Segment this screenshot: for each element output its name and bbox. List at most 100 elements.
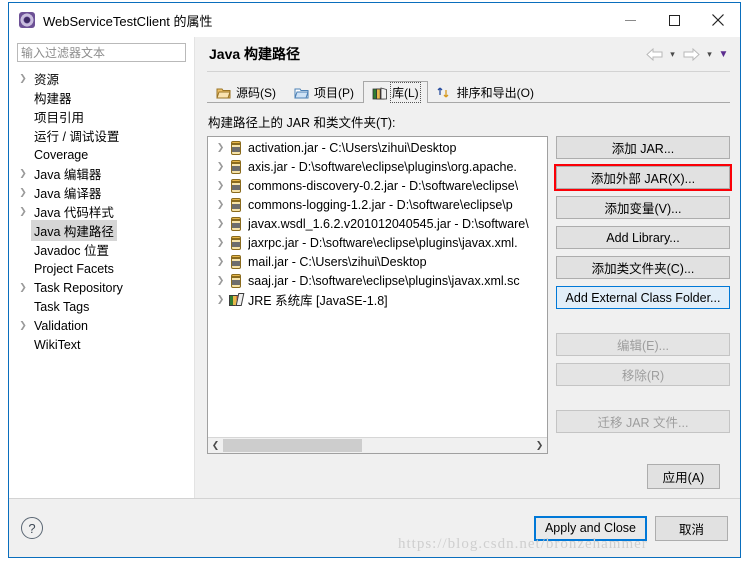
expand-arrow-icon[interactable]: ❯ [15, 206, 31, 217]
expand-arrow-icon[interactable]: ❯ [213, 161, 228, 172]
window-title: WebServiceTestClient 的属性 [43, 13, 213, 29]
jar-icon [228, 216, 244, 232]
sidebar-item[interactable]: ❯Project Facets [9, 259, 194, 278]
tab-3[interactable]: 库(L) [363, 81, 428, 103]
sidebar-item[interactable]: ❯ Java 编译器 [9, 183, 194, 202]
properties-dialog: WebServiceTestClient 的属性 ❯资源❯构建器❯项目引用❯运行… [8, 2, 741, 558]
sidebar-item-label: 资源 [34, 73, 60, 87]
scrollbar-track[interactable] [223, 438, 532, 453]
back-dropdown-caret-icon[interactable]: ▾ [666, 44, 679, 64]
scroll-left-icon[interactable]: ❮ [208, 440, 223, 451]
list-item[interactable]: ❯ JRE 系统库 [JavaSE-1.8] [208, 290, 547, 309]
jar-icon [228, 273, 244, 289]
tab-label: 库(L) [390, 82, 421, 103]
classpath-list[interactable]: ❯ activation.jar - C:\Users\zihui\Desktop… [207, 136, 548, 454]
list-item-label: jaxrpc.jar - D:\software\eclipse\plugins… [248, 235, 518, 250]
sidebar-item[interactable]: ❯Coverage [9, 145, 194, 164]
forward-dropdown-caret-icon[interactable]: ▾ [703, 44, 716, 64]
sidebar-item[interactable]: ❯Javadoc 位置 [9, 240, 194, 259]
tab-1[interactable]: 源码(S) [207, 81, 285, 103]
sidebar-item-label: 项目引用 [34, 111, 85, 125]
expand-arrow-icon[interactable]: ❯ [213, 256, 228, 267]
sidebar-item[interactable]: ❯Task Tags [9, 297, 194, 316]
close-button[interactable] [696, 3, 740, 37]
window-controls [608, 3, 740, 37]
classpath-button-5[interactable]: 添加类文件夹(C)... [556, 256, 730, 279]
list-item-label: activation.jar - C:\Users\zihui\Desktop [248, 140, 457, 155]
expand-arrow-icon[interactable]: ❯ [213, 218, 228, 229]
list-item[interactable]: ❯ javax.wsdl_1.6.2.v201012040545.jar - D:… [208, 214, 547, 233]
filter-input[interactable] [17, 43, 186, 62]
classpath-button-2[interactable]: 添加外部 JAR(X)... [554, 164, 732, 191]
expand-arrow-icon[interactable]: ❯ [213, 275, 228, 286]
classpath-button-7: 编辑(E)... [556, 333, 730, 356]
maximize-button[interactable] [652, 3, 696, 37]
classpath-button-1[interactable]: 添加 JAR... [556, 136, 730, 159]
list-item[interactable]: ❯ axis.jar - D:\software\eclipse\plugins\… [208, 157, 547, 176]
classpath-button-6[interactable]: Add External Class Folder... [556, 286, 730, 309]
title-bar: WebServiceTestClient 的属性 [9, 3, 740, 37]
project-folder-icon [294, 86, 309, 100]
expand-arrow-icon[interactable]: ❯ [213, 199, 228, 210]
expand-arrow-icon[interactable]: ❯ [213, 180, 228, 191]
expand-arrow-icon[interactable]: ❯ [213, 142, 228, 153]
forward-arrow-icon[interactable] [680, 44, 702, 64]
jar-icon [228, 197, 244, 213]
apply-button[interactable]: 应用(A) [647, 463, 720, 489]
list-item[interactable]: ❯ mail.jar - C:\Users\zihui\Desktop [208, 252, 547, 271]
cancel-button[interactable]: 取消 [655, 515, 728, 541]
apply-and-close-button[interactable]: Apply and Close [533, 515, 647, 541]
page-navigation: ▾ ▾ ▼ [643, 44, 740, 64]
expand-arrow-icon[interactable]: ❯ [15, 320, 31, 331]
sidebar-item-label: Task Tags [34, 299, 90, 314]
minimize-button[interactable] [608, 3, 652, 37]
jar-icon [228, 159, 244, 175]
sidebar-item[interactable]: ❯构建器 [9, 88, 194, 107]
expand-arrow-icon[interactable]: ❯ [15, 73, 31, 84]
classpath-button-4[interactable]: Add Library... [556, 226, 730, 249]
sidebar-item[interactable]: ❯Java 构建路径 [9, 220, 194, 241]
settings-page: Java 构建路径 ▾ ▾ ▼ 源码(S) 项目(P) 库(L) 排序和导出(O) 构… [195, 37, 740, 498]
scrollbar-thumb[interactable] [223, 439, 363, 452]
list-item-label: commons-discovery-0.2.jar - D:\software\… [248, 178, 519, 193]
classpath-button-9: 迁移 JAR 文件... [556, 410, 730, 433]
tab-2[interactable]: 项目(P) [285, 81, 363, 103]
expand-arrow-icon[interactable]: ❯ [15, 282, 31, 293]
horizontal-scrollbar[interactable]: ❮ ❯ [208, 437, 547, 453]
sidebar-item-label: Validation [34, 318, 88, 333]
button-group-spacer [556, 316, 730, 326]
list-item[interactable]: ❯ commons-logging-1.2.jar - D:\software\e… [208, 195, 547, 214]
expand-arrow-icon[interactable]: ❯ [15, 187, 31, 198]
expand-arrow-icon[interactable]: ❯ [213, 294, 228, 305]
list-item-label: javax.wsdl_1.6.2.v201012040545.jar - D:\… [248, 216, 529, 231]
scroll-right-icon[interactable]: ❯ [532, 440, 547, 451]
sidebar-item-label: Coverage [34, 147, 89, 162]
build-path-tabs: 源码(S) 项目(P) 库(L) 排序和导出(O) [207, 80, 730, 103]
list-item[interactable]: ❯ activation.jar - C:\Users\zihui\Desktop [208, 138, 547, 157]
sidebar-item[interactable]: ❯ Java 编辑器 [9, 164, 194, 183]
back-arrow-icon[interactable] [643, 44, 665, 64]
settings-tree: ❯资源❯构建器❯项目引用❯运行 / 调试设置❯Coverage❯Java 编辑器… [9, 67, 194, 498]
button-group-spacer [556, 393, 730, 403]
apply-row: 应用(A) [207, 454, 730, 498]
list-item[interactable]: ❯ jaxrpc.jar - D:\software\eclipse\plugin… [208, 233, 547, 252]
expand-arrow-icon[interactable]: ❯ [213, 237, 228, 248]
expand-arrow-icon[interactable]: ❯ [15, 168, 31, 179]
sidebar-item-label: 运行 / 调试设置 [34, 130, 120, 144]
settings-sidebar: ❯资源❯构建器❯项目引用❯运行 / 调试设置❯Coverage❯Java 编辑器… [9, 37, 195, 498]
sidebar-item[interactable]: ❯ Validation [9, 316, 194, 335]
sidebar-item[interactable]: ❯ Task Repository [9, 278, 194, 297]
sidebar-item[interactable]: ❯项目引用 [9, 107, 194, 126]
sidebar-item[interactable]: ❯运行 / 调试设置 [9, 126, 194, 145]
help-icon[interactable]: ? [21, 517, 43, 539]
classpath-button-8: 移除(R) [556, 363, 730, 386]
sidebar-item[interactable]: ❯ 资源 [9, 69, 194, 88]
page-menu-caret-icon[interactable]: ▼ [717, 44, 730, 64]
sidebar-item[interactable]: ❯ Java 代码样式 [9, 202, 194, 221]
classpath-button-3[interactable]: 添加变量(V)... [556, 196, 730, 219]
tab-4[interactable]: 排序和导出(O) [428, 81, 543, 103]
list-item[interactable]: ❯ saaj.jar - D:\software\eclipse\plugins\… [208, 271, 547, 290]
sidebar-item[interactable]: ❯WikiText [9, 335, 194, 354]
list-item[interactable]: ❯ commons-discovery-0.2.jar - D:\software… [208, 176, 547, 195]
page-title: Java 构建路径 [209, 46, 301, 62]
